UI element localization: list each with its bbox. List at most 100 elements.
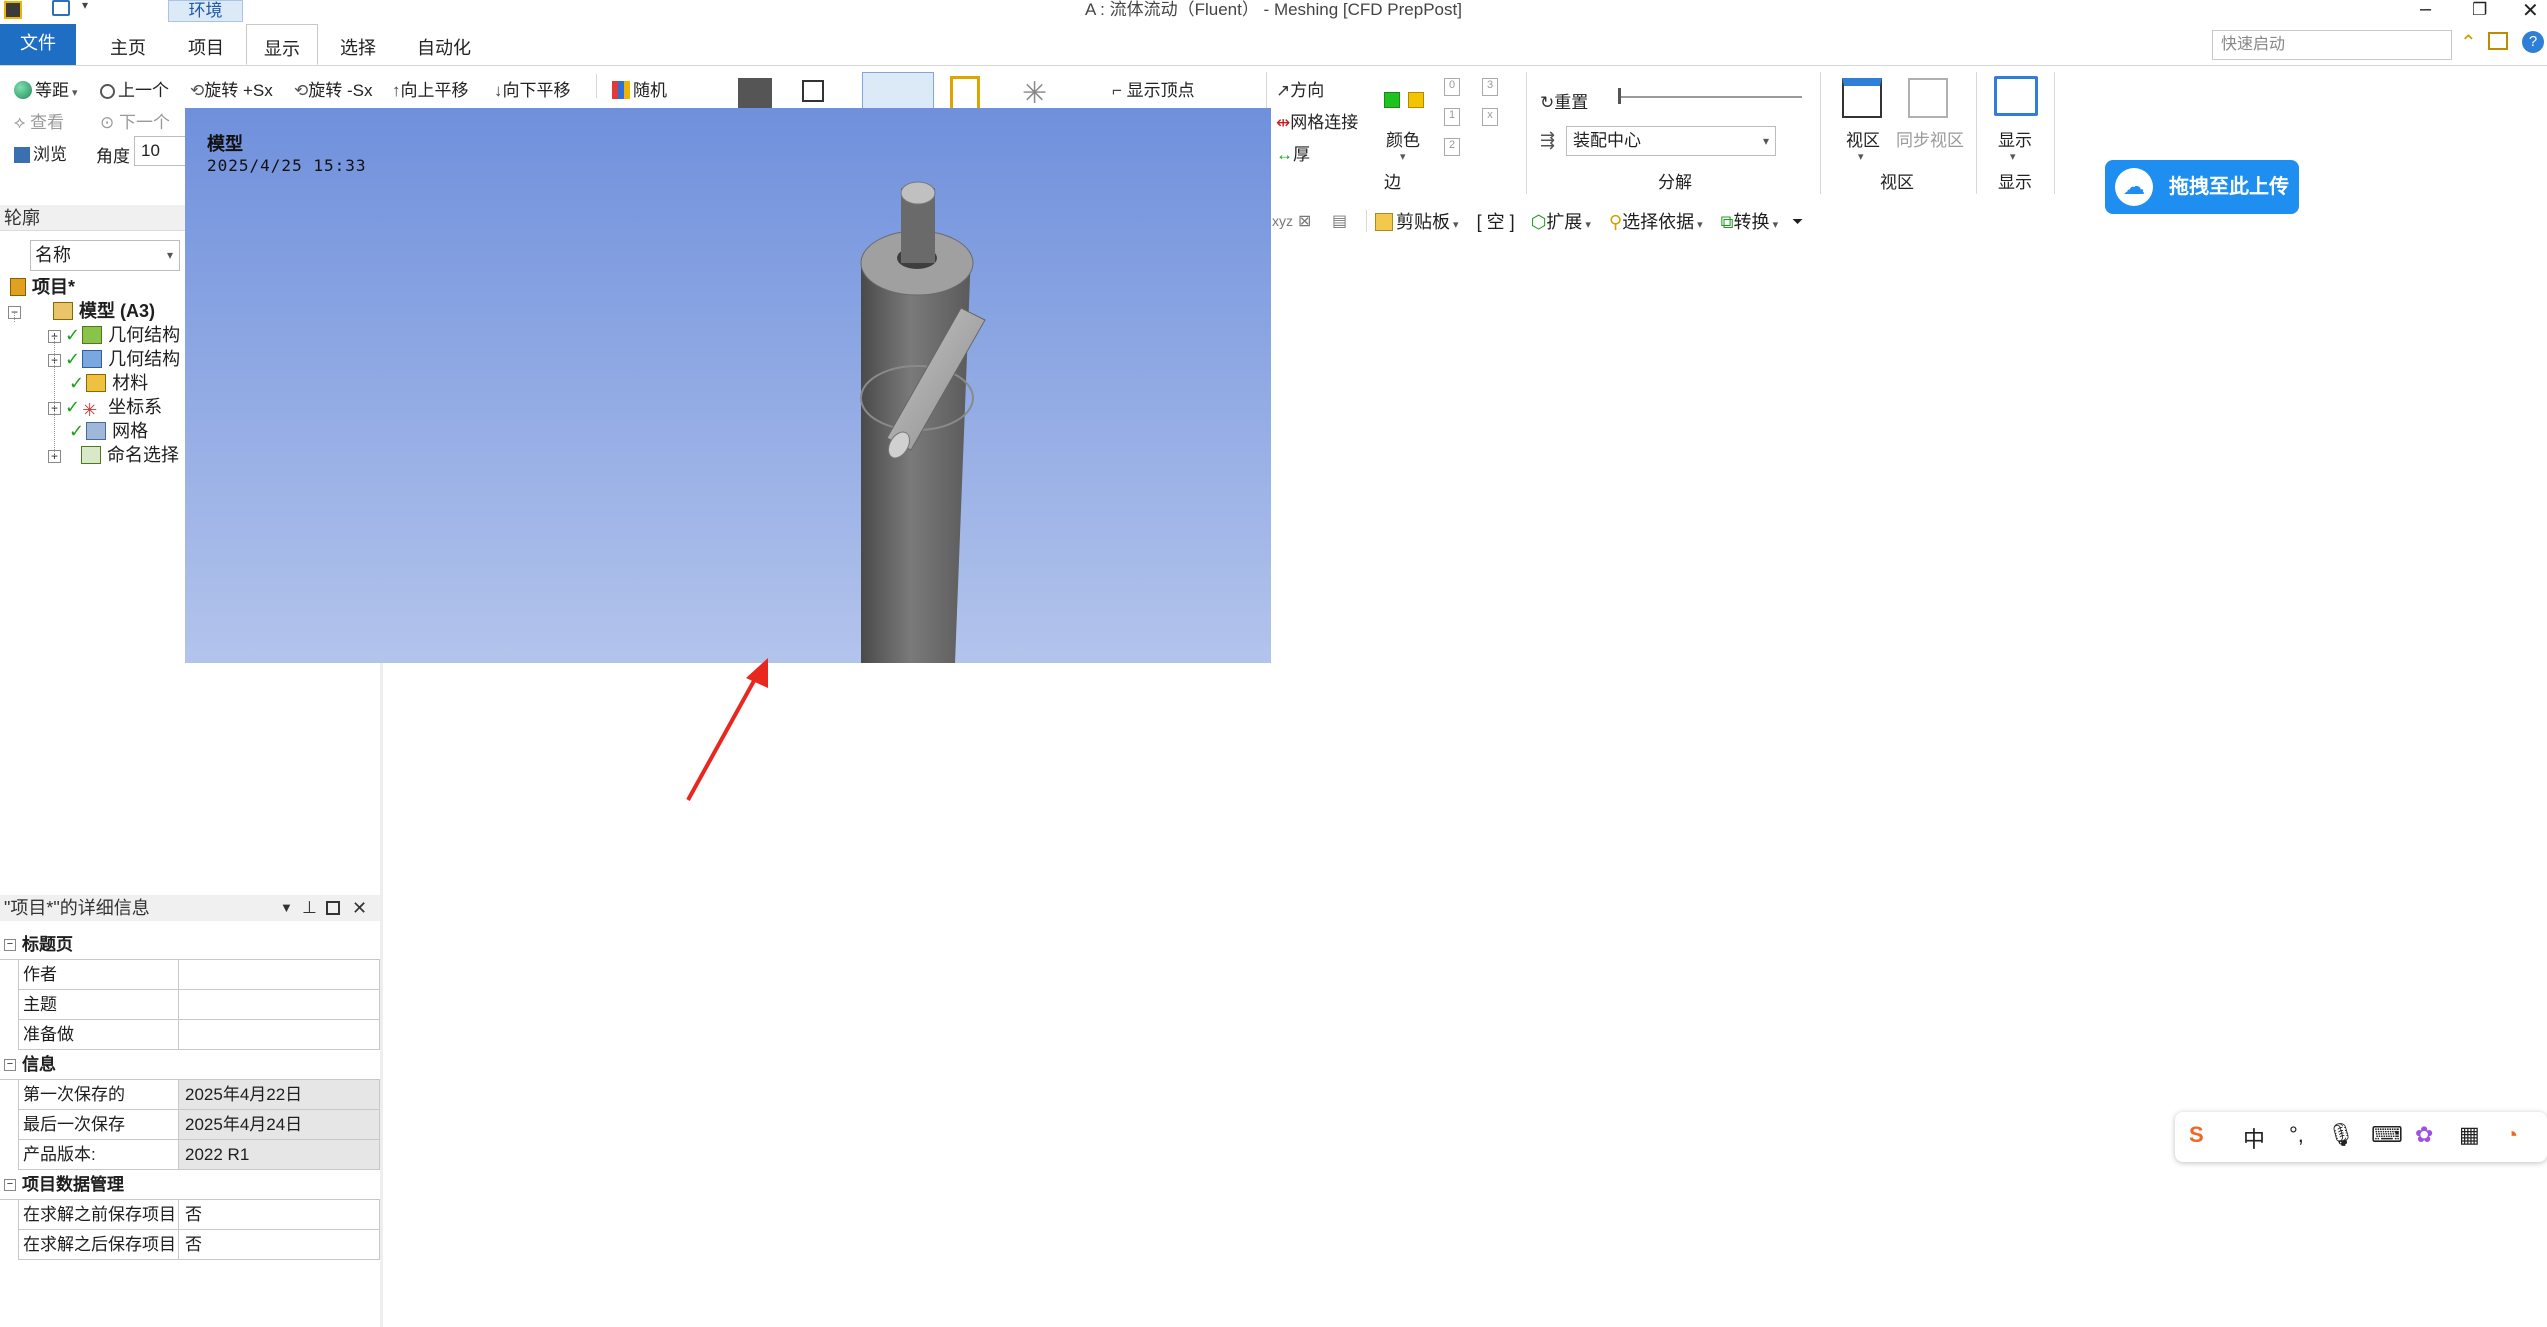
viewport-icon[interactable] xyxy=(1842,78,1882,118)
quick-launch-input[interactable]: 快速启动 xyxy=(2212,30,2452,60)
viewport-button[interactable]: 视区 xyxy=(1846,126,1880,151)
collapse-icon[interactable]: − xyxy=(4,939,16,951)
outline-name-filter[interactable]: 名称 ▾ xyxy=(30,240,180,271)
tab-file[interactable]: 文件 xyxy=(0,24,76,65)
isometric-button[interactable]: 等距 ▾ xyxy=(14,76,78,101)
tree-item-materials[interactable]: ✓ 材料 xyxy=(48,372,148,394)
sync-viewport-button[interactable]: 同步视区 xyxy=(1896,126,1964,151)
convert-button[interactable]: ⧉转换 ▾ xyxy=(1721,208,1778,234)
edge-color-yellow-icon[interactable] xyxy=(1408,92,1424,108)
details-row[interactable]: 作者 xyxy=(18,960,380,990)
select-by-button[interactable]: ⚲选择依据 ▾ xyxy=(1609,208,1703,234)
details-row[interactable]: 在求解之前保存项目否 xyxy=(18,1200,380,1230)
edge-x-icon[interactable]: x xyxy=(1482,108,1498,126)
show-vertices-button[interactable]: ⌐ 显示顶点 xyxy=(1112,76,1195,101)
details-row[interactable]: 主题 xyxy=(18,990,380,1020)
pan-down-button[interactable]: ↓向下平移 xyxy=(494,76,571,101)
tree-item-project[interactable]: 项目* xyxy=(10,276,75,298)
reset-explode-button[interactable]: ↻重置 xyxy=(1540,88,1588,113)
microphone-icon[interactable]: 🎙 xyxy=(2327,1122,2355,1148)
tab-automation[interactable]: 自动化 xyxy=(404,24,484,65)
upload-button[interactable]: ☁ 拖拽至此上传 xyxy=(2105,160,2299,214)
tree-item-mesh[interactable]: ✓ 网格 xyxy=(48,420,148,442)
display-icon[interactable] xyxy=(1994,76,2038,116)
collapse-ribbon-icon[interactable]: ⌃ xyxy=(2460,30,2477,55)
pin-icon[interactable]: ⊥ xyxy=(302,895,317,921)
geometry-icon xyxy=(82,326,103,344)
thickness-button[interactable]: ↔厚 xyxy=(1276,140,1310,165)
details-row[interactable]: 准备做 xyxy=(18,1020,380,1050)
toolbar-overflow-icon[interactable]: ⏷ xyxy=(1792,213,1803,230)
edge-1-icon[interactable]: 1 xyxy=(1444,108,1460,126)
reset-icon: ↻ xyxy=(1540,93,1555,112)
select-mode-icon[interactable]: xyz xyxy=(1272,213,1298,229)
display-button[interactable]: 显示 xyxy=(1998,126,2032,151)
edge-0-icon[interactable]: 0 xyxy=(1444,78,1460,96)
explode-slider[interactable] xyxy=(1618,96,1802,98)
tab-home[interactable]: 主页 xyxy=(92,24,164,65)
minimize-icon[interactable]: – xyxy=(2420,0,2431,21)
color-dropdown-icon[interactable]: ▾ xyxy=(1400,150,1406,163)
view-next-button[interactable]: ⊙ 下一个 xyxy=(100,108,170,133)
sync-viewport-icon[interactable] xyxy=(1908,78,1948,118)
collapse-icon[interactable]: − xyxy=(4,1179,16,1191)
select-filter-icon[interactable]: ⊠ xyxy=(1298,211,1332,231)
tree-item-coordinate-systems[interactable]: + ✓ ✳ 坐标系 xyxy=(48,396,162,419)
geometry-blocks-icon xyxy=(82,350,103,368)
details-section-title-page[interactable]: − 标题页 xyxy=(0,930,380,960)
graphics-viewport[interactable]: 模型 2025/4/25 15:33 xyxy=(185,108,1271,663)
maximize-icon[interactable] xyxy=(326,901,340,915)
look-at-button[interactable]: ⟡ 查看 xyxy=(14,108,64,133)
details-section-info[interactable]: − 信息 xyxy=(0,1050,380,1080)
close-icon[interactable]: ✕ xyxy=(352,895,367,921)
mesh-icon xyxy=(86,422,107,440)
collapse-icon[interactable]: − xyxy=(4,1059,16,1071)
tree-item-named-selections[interactable]: + 命名选择 xyxy=(48,444,179,466)
explode-slider-handle[interactable] xyxy=(1618,88,1621,104)
display-style-beam-icon[interactable] xyxy=(950,76,980,112)
keyboard-icon[interactable]: ⌨ xyxy=(2371,1122,2403,1148)
extend-button[interactable]: ⬡扩展 ▾ xyxy=(1531,208,1591,234)
pan-up-button[interactable]: ↑向上平移 xyxy=(392,76,469,101)
close-icon[interactable]: ✕ xyxy=(2522,0,2539,23)
browse-button[interactable]: 浏览 xyxy=(14,140,67,165)
tab-project[interactable]: 项目 xyxy=(170,24,242,65)
details-section-project-data[interactable]: − 项目数据管理 xyxy=(0,1170,380,1200)
punctuation-icon[interactable]: °, xyxy=(2289,1122,2304,1148)
display-dropdown-icon[interactable]: ▾ xyxy=(2010,150,2016,163)
random-colors-button[interactable]: 随机 xyxy=(612,76,667,101)
color-button[interactable]: 颜色 xyxy=(1386,126,1420,151)
tree-item-geometry[interactable]: + ✓ 几何结构 xyxy=(48,324,180,346)
edge-3-icon[interactable]: 3 xyxy=(1482,78,1498,96)
edge-color-green-icon[interactable] xyxy=(1384,92,1400,108)
toolbox-icon[interactable]: ▦ xyxy=(2459,1122,2480,1148)
tree-item-geometry-2[interactable]: + ✓ 几何结构 xyxy=(48,348,180,370)
clipboard-button[interactable]: 剪贴板 ▾ xyxy=(1375,208,1459,234)
rotate-minus-button[interactable]: ⟲旋转 -Sx xyxy=(294,76,372,101)
model-geometry[interactable] xyxy=(185,108,1271,663)
dropdown-icon[interactable]: ▼ xyxy=(280,895,293,921)
display-style-box-icon[interactable] xyxy=(802,80,824,102)
mesh-connect-button[interactable]: ⇹网格连接 xyxy=(1276,108,1358,133)
explode-center-select[interactable]: 装配中心 ▾ xyxy=(1566,126,1776,156)
help-icon[interactable]: ? xyxy=(2522,31,2544,53)
details-row[interactable]: 在求解之后保存项目否 xyxy=(18,1230,380,1260)
edge-2-icon[interactable]: 2 xyxy=(1444,138,1460,156)
view-previous-button[interactable]: 上一个 xyxy=(100,76,169,101)
tab-selection[interactable]: 选择 xyxy=(322,24,394,65)
restore-icon[interactable]: ❐ xyxy=(2472,0,2487,20)
sogou-logo-icon[interactable]: S xyxy=(2189,1122,2204,1148)
display-style-cube-icon[interactable] xyxy=(738,78,772,112)
tree-item-model[interactable]: − 模型 (A3) xyxy=(8,300,155,322)
ime-language-toggle[interactable]: 中 xyxy=(2243,1122,2265,1154)
rotate-plus-button[interactable]: ⟲旋转 +Sx xyxy=(190,76,273,101)
image-icon[interactable]: ▤ xyxy=(1332,211,1362,231)
viewport-dropdown-icon[interactable]: ▾ xyxy=(1858,150,1864,163)
feedback-icon[interactable] xyxy=(2488,32,2508,50)
display-style-explode-icon[interactable]: ✳ xyxy=(1022,76,1047,111)
tab-display[interactable]: 显示 xyxy=(246,24,318,65)
direction-button[interactable]: ↗方向 xyxy=(1276,76,1324,101)
more-icon[interactable]: ◔ xyxy=(2505,1122,2518,1148)
coordinate-system-icon: ✳ xyxy=(82,400,98,420)
skin-icon[interactable]: ✿ xyxy=(2415,1122,2433,1148)
